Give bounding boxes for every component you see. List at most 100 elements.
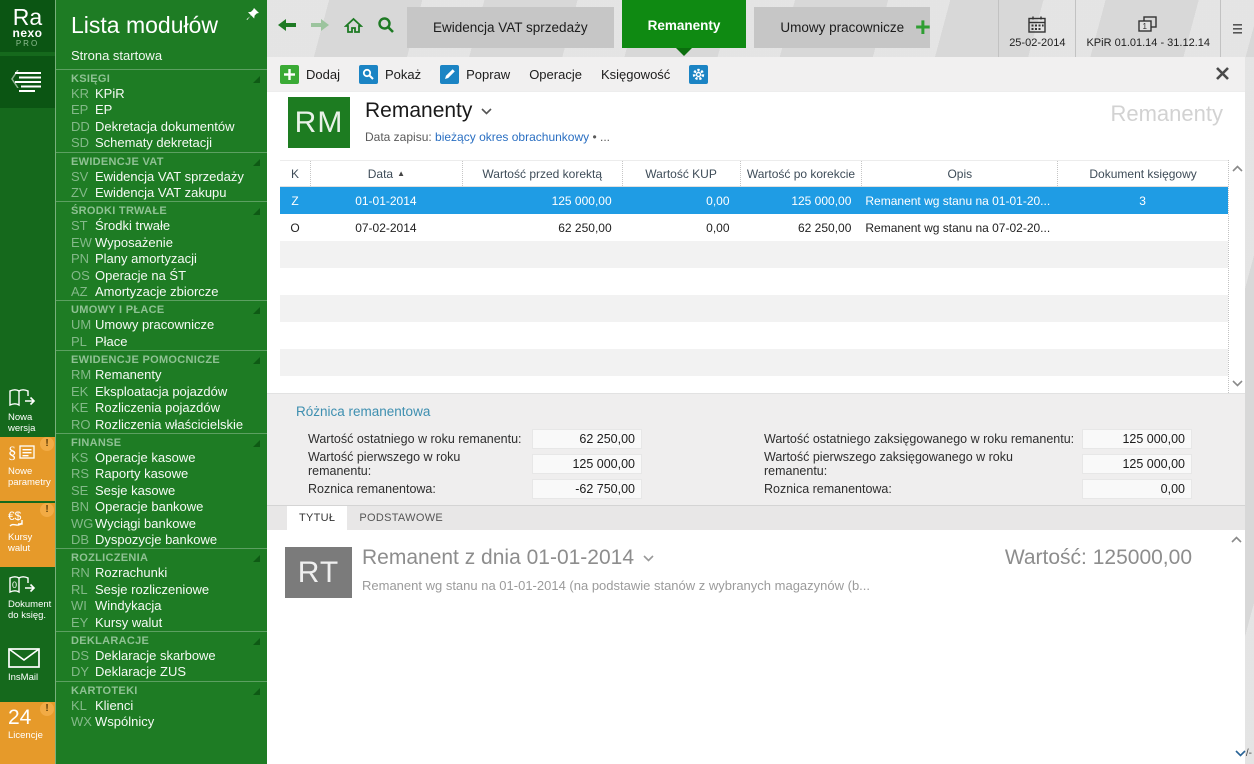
sidebar-item-um[interactable]: UMUmowy pracownicze bbox=[56, 317, 267, 333]
tab-remanenty[interactable]: Remanenty bbox=[622, 0, 747, 48]
forward-button[interactable] bbox=[309, 15, 331, 35]
chevron-down-icon[interactable] bbox=[643, 555, 654, 562]
collapse-triangle-icon[interactable] bbox=[253, 159, 260, 166]
rail-button-licencje[interactable]: 24Licencje! bbox=[0, 702, 55, 764]
sidebar-item-pl[interactable]: PLPłace bbox=[56, 334, 267, 350]
tab-ewidencja-vat-sprzedaży[interactable]: Ewidencja VAT sprzedaży bbox=[407, 7, 614, 48]
sidebar-item-rs[interactable]: RSRaporty kasowe bbox=[56, 466, 267, 482]
column-header-k[interactable]: K bbox=[280, 161, 310, 186]
sidebar-item-az[interactable]: AZAmortyzacje zbiorcze bbox=[56, 284, 267, 300]
sidebar-item-sd[interactable]: SDSchematy dekretacji bbox=[56, 135, 267, 151]
sidebar-item-ey[interactable]: EYKursy walut bbox=[56, 615, 267, 631]
collapse-triangle-icon[interactable] bbox=[253, 307, 260, 314]
sidebar-item-db[interactable]: DBDyspozycje bankowe bbox=[56, 532, 267, 548]
rail-button-nowa-wersja[interactable]: Nowa wersja bbox=[0, 383, 55, 433]
summary-title: Różnica remanentowa bbox=[296, 404, 430, 419]
module-section-header[interactable]: UMOWY I PŁACE bbox=[56, 302, 267, 317]
tab-umowy-pracownicze[interactable]: Umowy pracownicze bbox=[754, 7, 930, 48]
gear-button[interactable] bbox=[689, 65, 708, 84]
sidebar-item-kl[interactable]: KLKlienci bbox=[56, 698, 267, 714]
rail-button-nowe-parametry[interactable]: §Nowe parametry! bbox=[0, 437, 55, 501]
rail-button-dokument-do-ksieg[interactable]: 0Dokument do księg. bbox=[0, 570, 55, 640]
accounting-menu[interactable]: Księgowość bbox=[601, 67, 670, 82]
collapse-triangle-icon[interactable] bbox=[253, 357, 260, 364]
detail-tab-tytuł[interactable]: TYTUŁ bbox=[287, 506, 347, 530]
collapse-triangle-icon[interactable] bbox=[253, 688, 260, 695]
sidebar-item-wi[interactable]: WIWindykacja bbox=[56, 598, 267, 614]
sidebar-item-dd[interactable]: DDDekretacja dokumentów bbox=[56, 119, 267, 135]
sidebar-item-ew[interactable]: EWWyposażenie bbox=[56, 235, 267, 251]
sidebar-item-se[interactable]: SESesje kasowe bbox=[56, 483, 267, 499]
sidebar-item-rl[interactable]: RLSesje rozliczeniowe bbox=[56, 582, 267, 598]
main-area: Ewidencja VAT sprzedażyRemanentyUmowy pr… bbox=[267, 0, 1254, 764]
sidebar-item-strona-startowa[interactable]: Strona startowa bbox=[56, 47, 267, 69]
module-section-header[interactable]: KSIĘGI bbox=[56, 71, 267, 86]
sidebar-item-os[interactable]: OSOperacje na ŚT bbox=[56, 268, 267, 284]
table-row[interactable]: Z01-01-2014125 000,000,00125 000,00Reman… bbox=[280, 187, 1228, 214]
collapse-triangle-icon[interactable] bbox=[253, 76, 260, 83]
pin-icon[interactable] bbox=[245, 7, 260, 22]
module-section-header[interactable]: FINANSE bbox=[56, 435, 267, 450]
back-button[interactable] bbox=[276, 15, 298, 35]
sidebar-item-rn[interactable]: RNRozrachunki bbox=[56, 565, 267, 581]
sidebar-item-pn[interactable]: PNPlany amortyzacji bbox=[56, 251, 267, 267]
home-button[interactable] bbox=[342, 15, 364, 35]
module-section-header[interactable]: KARTOTEKI bbox=[56, 683, 267, 698]
scroll-up-icon[interactable] bbox=[1232, 165, 1243, 172]
subtitle-suffix[interactable]: • ... bbox=[592, 130, 610, 144]
sidebar-item-bn[interactable]: BNOperacje bankowe bbox=[56, 499, 267, 515]
period-button[interactable]: 1 KPiR 01.01.14 - 31.12.14 bbox=[1075, 0, 1220, 57]
sidebar-item-kr[interactable]: KRKPiR bbox=[56, 86, 267, 102]
module-section-header[interactable]: ROZLICZENIA bbox=[56, 550, 267, 565]
scroll-down-icon[interactable] bbox=[1232, 380, 1243, 387]
rail-button-insmail[interactable]: InsMail bbox=[0, 643, 55, 700]
sidebar-item-zv[interactable]: ZVEwidencja VAT zakupu bbox=[56, 185, 267, 201]
current-module-indicator[interactable] bbox=[0, 56, 55, 108]
close-button[interactable] bbox=[1215, 66, 1230, 86]
module-section-header[interactable]: EWIDENCJE VAT bbox=[56, 154, 267, 169]
sidebar-item-ke[interactable]: KERozliczenia pojazdów bbox=[56, 400, 267, 416]
window-menu-button[interactable] bbox=[1220, 0, 1254, 57]
sidebar-item-ep[interactable]: EPEP bbox=[56, 102, 267, 118]
add-tab-button[interactable]: + bbox=[915, 12, 931, 43]
sidebar-item-ro[interactable]: RORozliczenia właścicielskie bbox=[56, 417, 267, 433]
show-button[interactable]: Pokaż bbox=[359, 65, 421, 84]
operations-menu[interactable]: Operacje bbox=[529, 67, 582, 82]
column-header-opis[interactable]: Opis bbox=[861, 161, 1057, 186]
cell-wartosc_kup: 0,00 bbox=[622, 221, 740, 235]
collapse-triangle-icon[interactable] bbox=[253, 440, 260, 447]
collapse-triangle-icon[interactable] bbox=[253, 638, 260, 645]
sidebar-item-ek[interactable]: EKEksploatacja pojazdów bbox=[56, 384, 267, 400]
rail-button-kursy-walut[interactable]: €$Kursy walut! bbox=[0, 503, 55, 567]
sidebar-item-ds[interactable]: DSDeklaracje skarbowe bbox=[56, 648, 267, 664]
period-link[interactable]: bieżący okres obrachunkowy bbox=[435, 130, 589, 144]
module-section-header[interactable]: EWIDENCJE POMOCNICZE bbox=[56, 352, 267, 367]
sidebar-item-wg[interactable]: WGWyciągi bankowe bbox=[56, 516, 267, 532]
column-header-wartość-przed-korektą[interactable]: Wartość przed korektą bbox=[462, 161, 622, 186]
sidebar-item-rm[interactable]: RMRemanenty bbox=[56, 367, 267, 383]
column-header-wartość-po-korekcie[interactable]: Wartość po korekcie bbox=[740, 161, 862, 186]
date-button[interactable]: 25-02-2014 bbox=[998, 0, 1075, 57]
sidebar-item-ks[interactable]: KSOperacje kasowe bbox=[56, 450, 267, 466]
column-header-wartość-kup[interactable]: Wartość KUP bbox=[622, 161, 740, 186]
column-header-dokument-księgowy[interactable]: Dokument księgowy bbox=[1057, 161, 1228, 186]
sidebar-item-dy[interactable]: DYDeklaracje ZUS bbox=[56, 664, 267, 680]
table-row[interactable]: O07-02-201462 250,000,0062 250,00Remanen… bbox=[280, 214, 1228, 241]
sidebar-item-wx[interactable]: WXWspólnicy bbox=[56, 714, 267, 730]
scroll-up-icon[interactable] bbox=[1231, 536, 1242, 543]
collapse-triangle-icon[interactable] bbox=[253, 208, 260, 215]
sidebar-item-sv[interactable]: SVEwidencja VAT sprzedaży bbox=[56, 169, 267, 185]
column-header-data[interactable]: Data▲ bbox=[310, 161, 462, 186]
vertical-scrollbar[interactable] bbox=[1228, 160, 1245, 393]
chevron-down-icon[interactable] bbox=[481, 108, 492, 115]
detail-tab-podstawowe[interactable]: PODSTAWOWE bbox=[347, 506, 455, 530]
edit-button[interactable]: Popraw bbox=[440, 65, 510, 84]
add-button[interactable]: Dodaj bbox=[280, 65, 340, 84]
resize-control[interactable]: /- bbox=[1235, 748, 1252, 759]
module-section-header[interactable]: DEKLARACJE bbox=[56, 633, 267, 648]
collapse-triangle-icon[interactable] bbox=[253, 555, 260, 562]
module-section-header[interactable]: ŚRODKI TRWAŁE bbox=[56, 203, 267, 218]
search-button[interactable] bbox=[375, 15, 397, 35]
page-subtitle: Data zapisu: bieżący okres obrachunkowy … bbox=[365, 130, 610, 144]
sidebar-item-st[interactable]: STŚrodki trwałe bbox=[56, 218, 267, 234]
